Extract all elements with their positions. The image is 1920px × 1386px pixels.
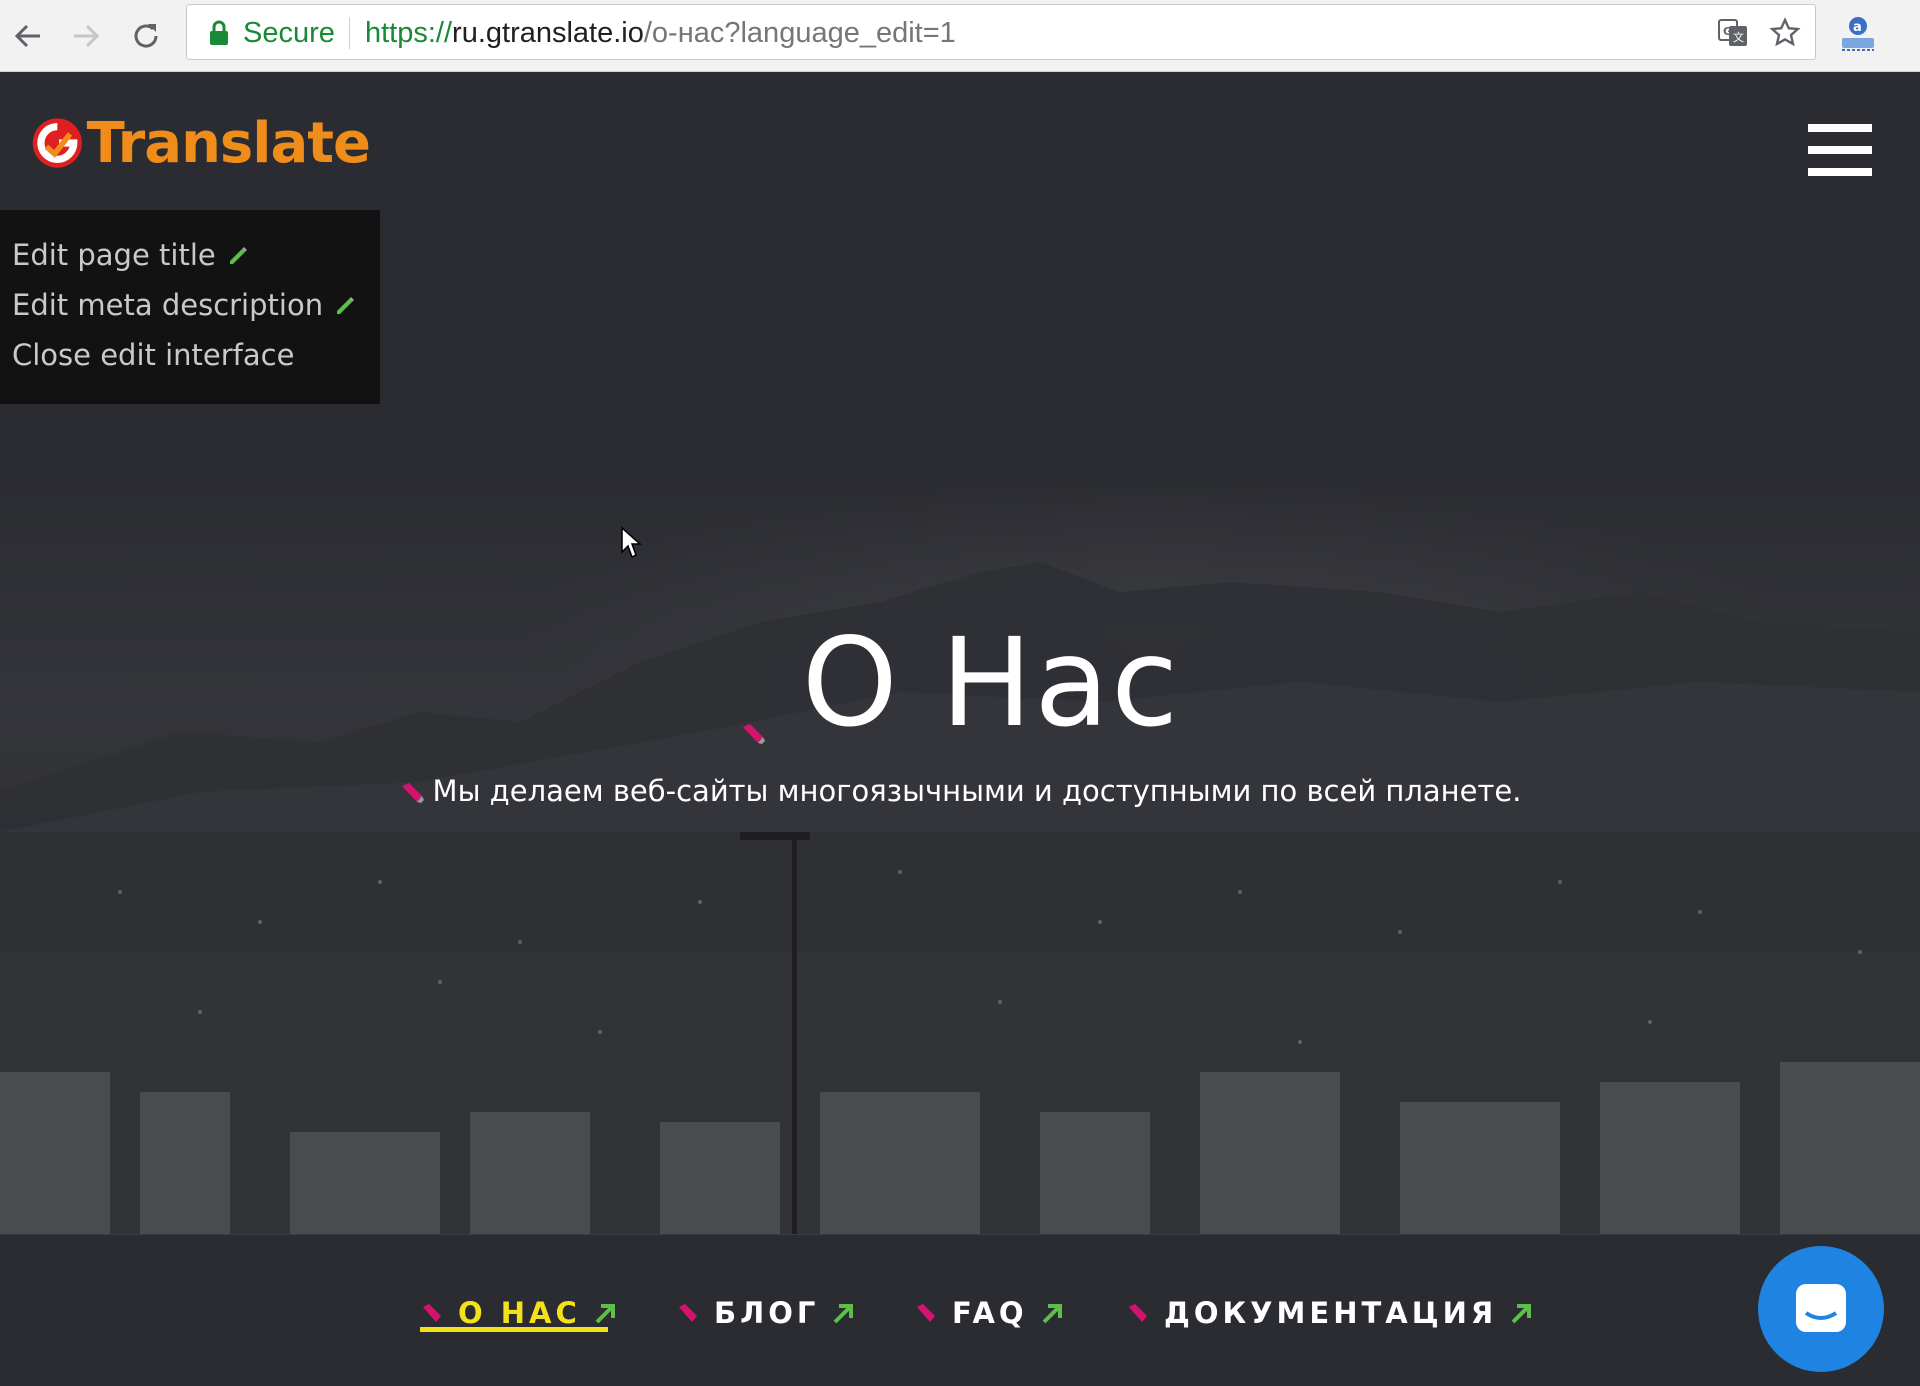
nav-item-about[interactable]: О НАС [420,1283,615,1343]
bottom-navigation: О НАС БЛОГ FAQ ДОКУМЕНТАЦИЯ [0,1234,1920,1386]
bookmark-button[interactable] [1767,15,1803,51]
extension-icon: a [1842,17,1874,51]
page-title: О Нас [0,612,1920,754]
hamburger-icon [1808,124,1872,132]
nav-item-label: БЛОГ [714,1296,820,1330]
chat-bubble-icon [1796,1284,1846,1332]
translate-button[interactable]: G文 [1715,15,1751,51]
edit-meta-description-link[interactable]: Edit meta description [12,280,380,330]
svg-text:G: G [1723,25,1732,38]
close-edit-interface-link[interactable]: Close edit interface [12,330,380,380]
menu-button[interactable] [1808,124,1872,178]
browser-toolbar: Secure https://ru.gtranslate.io/о-нас?la… [0,0,1920,72]
edit-panel: Edit page title Edit meta description Cl… [0,210,380,404]
edit-page-title-link[interactable]: Edit page title [12,230,380,280]
hero-subtitle: Мы делаем веб-сайты многоязычными и дост… [0,774,1920,808]
active-nav-underline [420,1327,608,1332]
pencil-edit-icon[interactable] [676,1301,700,1325]
hero-title-text: О Нас [801,612,1181,754]
edit-item-label: Edit meta description [12,288,324,322]
url-scheme: https:// [365,16,453,49]
nav-item-faq[interactable]: FAQ [914,1283,1062,1343]
pencil-edit-icon[interactable] [740,721,766,747]
lock-icon [210,20,228,45]
web-page: Translate Edit page title Edit meta desc… [0,72,1920,1386]
reload-button[interactable] [124,14,168,58]
pencil-icon [337,297,355,314]
pencil-edit-icon[interactable] [420,1301,444,1325]
chat-button[interactable] [1758,1246,1884,1372]
url-text[interactable]: https://ru.gtranslate.io/о-нас?language_… [365,5,956,61]
arrow-up-right-icon[interactable] [1040,1302,1062,1324]
hamburger-line [1808,146,1872,154]
logo-g-icon [32,118,82,168]
gtranslate-logo[interactable]: Translate [30,110,371,176]
edit-item-label: Edit page title [12,238,216,272]
forward-button[interactable] [64,14,108,58]
url-host: ru.gtranslate.io [452,16,644,49]
translate-icon: G文 [1718,19,1747,46]
address-separator [349,17,350,49]
nav-item-label: FAQ [952,1296,1028,1330]
nav-item-label: О НАС [458,1296,581,1330]
hero-subtitle-text: Мы делаем веб-сайты многоязычными и дост… [432,774,1522,808]
back-button[interactable] [6,14,50,58]
address-bar[interactable]: Secure https://ru.gtranslate.io/о-нас?la… [186,4,1816,60]
pencil-edit-icon[interactable] [399,780,425,806]
logo-text: Translate [86,110,371,176]
edit-item-label: Close edit interface [12,338,295,372]
reload-icon [134,24,158,48]
pencil-icon [229,247,247,264]
url-path: /о-нас?language_edit=1 [643,16,956,49]
nav-item-label: ДОКУМЕНТАЦИЯ [1164,1296,1498,1330]
back-arrow-icon [14,24,40,48]
arrow-up-right-icon[interactable] [593,1302,615,1324]
svg-text:a: a [1853,20,1862,35]
star-icon [1769,17,1801,47]
security-indicator[interactable]: Secure [209,5,335,61]
svg-text:文: 文 [1733,30,1744,44]
nav-item-blog[interactable]: БЛОГ [676,1283,854,1343]
nav-item-documentation[interactable]: ДОКУМЕНТАЦИЯ [1126,1283,1532,1343]
hamburger-line [1808,168,1872,176]
secure-label: Secure [243,16,335,49]
pencil-edit-icon[interactable] [1126,1301,1150,1325]
arrow-up-right-icon[interactable] [1509,1302,1532,1324]
mouse-cursor-icon [621,526,642,559]
arrow-up-right-icon[interactable] [831,1302,854,1324]
forward-arrow-icon [74,24,100,48]
extension-button[interactable]: a [1836,12,1880,56]
city-lights [0,832,1920,1234]
pencil-edit-icon[interactable] [914,1301,938,1325]
